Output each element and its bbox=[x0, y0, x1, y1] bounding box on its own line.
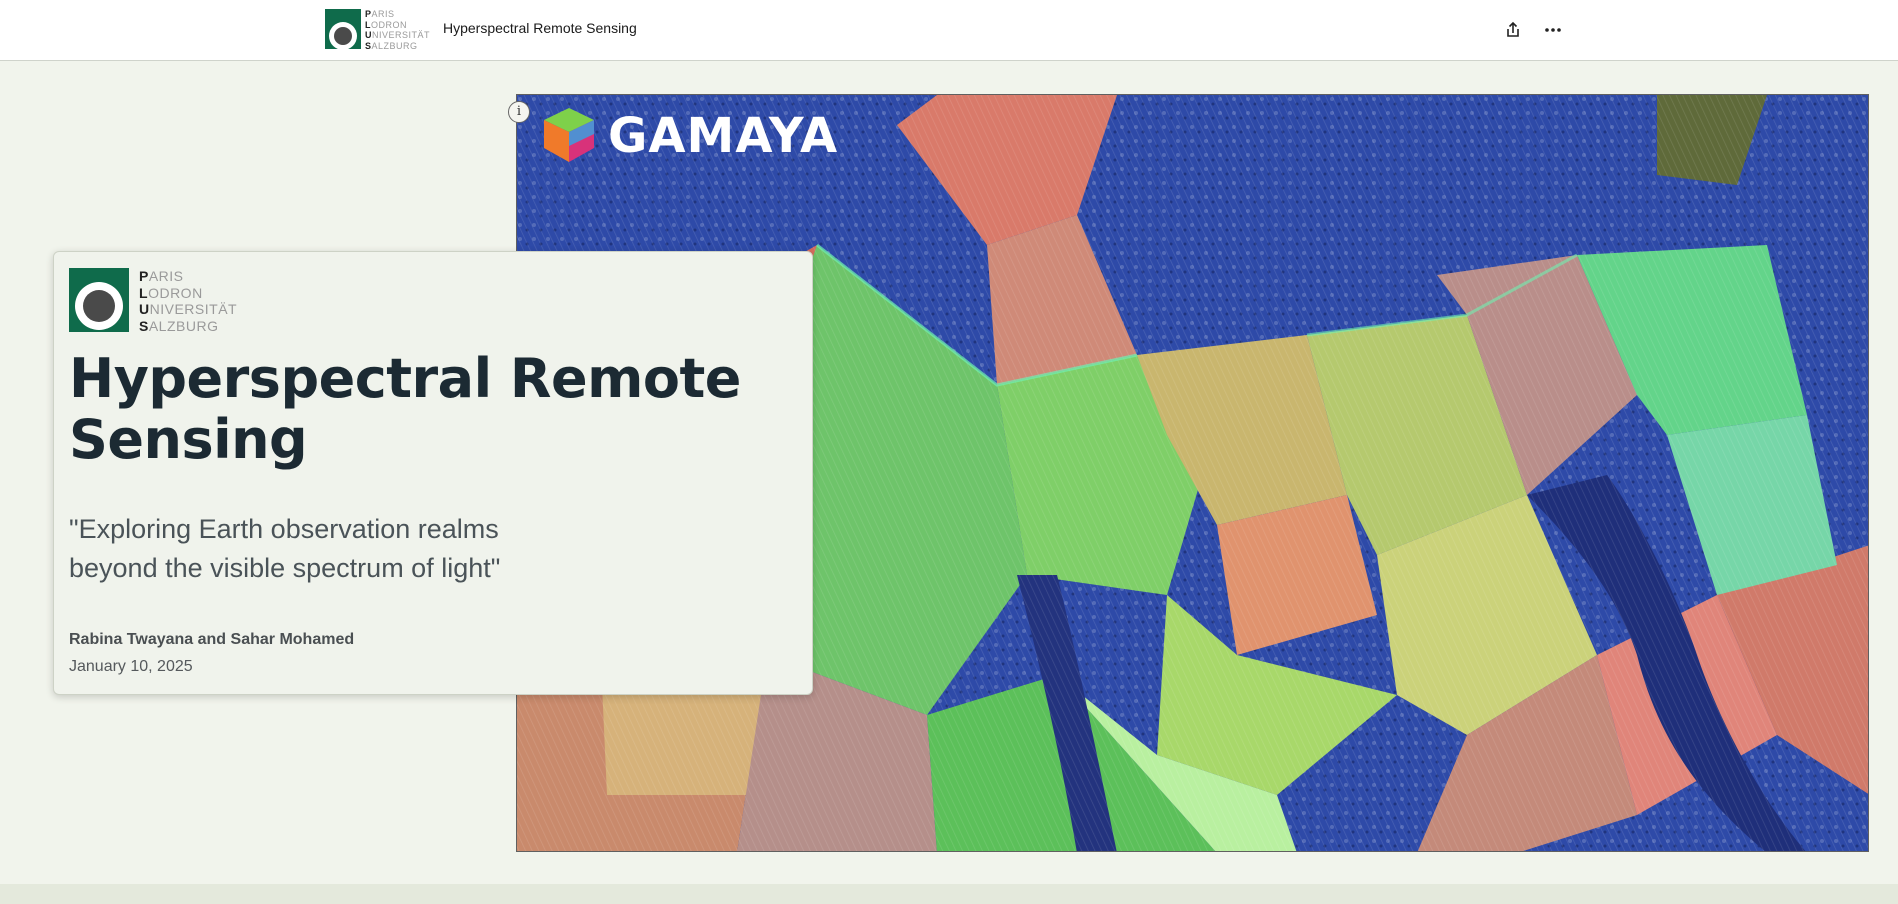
story-subtitle: "Exploring Earth observation realms beyo… bbox=[69, 514, 501, 583]
share-icon[interactable] bbox=[1503, 20, 1523, 40]
card-logo-mark-icon bbox=[69, 268, 129, 332]
section-divider bbox=[0, 884, 1898, 904]
top-bar: PARIS LODRON UNIVERSITÄT SALZBURG Hypers… bbox=[0, 0, 1898, 61]
story-authors: Rabina Twayana and Sahar Mohamed bbox=[69, 631, 355, 648]
header-title[interactable]: Hyperspectral Remote Sensing bbox=[443, 20, 637, 36]
gamaya-logo-icon bbox=[536, 104, 602, 166]
story-title-card: PARIS LODRON UNIVERSITÄT SALZBURG Hypers… bbox=[53, 251, 813, 695]
story-date: January 10, 2025 bbox=[69, 658, 193, 675]
gamaya-watermark: GAMAYA bbox=[608, 108, 839, 164]
story-title: Hyperspectral Remote Sensing bbox=[69, 347, 741, 471]
university-logo[interactable]: PARIS LODRON UNIVERSITÄT SALZBURG bbox=[325, 9, 431, 51]
card-logo-wordmark: PARIS LODRON UNIVERSITÄT SALZBURG bbox=[139, 268, 238, 334]
more-horizontal-icon[interactable] bbox=[1543, 20, 1563, 40]
card-university-logo: PARIS LODRON UNIVERSITÄT SALZBURG bbox=[69, 268, 238, 334]
logo-mark-icon bbox=[325, 9, 361, 49]
image-info-button[interactable]: i bbox=[508, 101, 530, 123]
logo-wordmark: PARIS LODRON UNIVERSITÄT SALZBURG bbox=[365, 9, 431, 51]
